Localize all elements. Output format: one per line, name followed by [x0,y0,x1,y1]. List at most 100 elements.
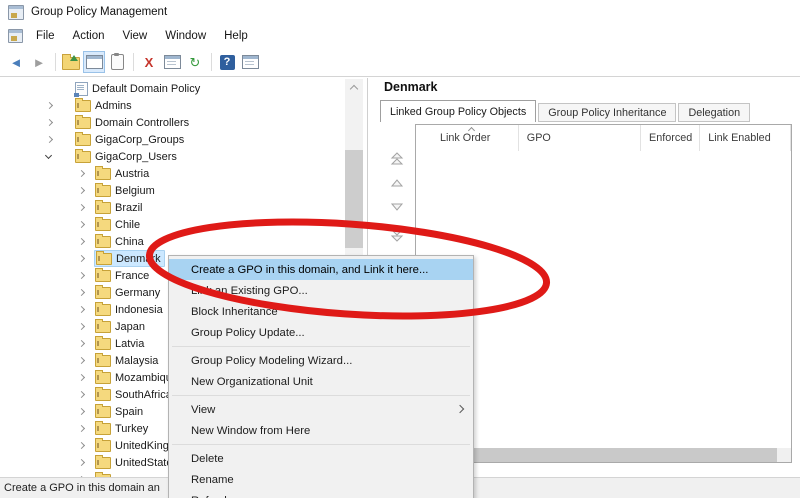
context-menu-item-refresh[interactable]: Refresh [169,490,473,498]
column-header-link-enabled[interactable]: Link Enabled [700,125,791,151]
group-policy-management-window: Group Policy Management FileActionViewWi… [0,0,800,498]
expand-chevron-icon[interactable] [44,100,56,112]
context-menu-item-group-policy-modeling-wizard[interactable]: Group Policy Modeling Wizard... [169,350,473,371]
menu-file[interactable]: File [27,27,64,45]
expand-chevron-icon[interactable] [76,457,88,469]
tree-item-default-domain-policy[interactable]: Default Domain Policy [0,80,344,97]
ou-folder-icon [95,372,111,384]
context-menu-item-rename[interactable]: Rename [169,469,473,490]
tree-item-gigacorp-groups[interactable]: GigaCorp_Groups [0,131,344,148]
expand-chevron-icon[interactable] [76,287,88,299]
expand-chevron-icon[interactable] [76,253,88,265]
expand-chevron-icon[interactable] [76,219,88,231]
console-window-icon[interactable] [239,51,261,73]
app-icon [8,5,24,20]
column-header-enforced[interactable]: Enforced [641,125,700,151]
expand-chevron-icon[interactable] [76,168,88,180]
context-menu-item-new-window-from-here[interactable]: New Window from Here [169,420,473,441]
tree-item-label: Turkey [115,423,148,435]
context-menu-item-group-policy-update[interactable]: Group Policy Update... [169,322,473,343]
move-link-up-button[interactable] [388,175,406,192]
context-menu-item-block-inheritance[interactable]: Block Inheritance [169,301,473,322]
move-link-to-bottom-button[interactable] [388,227,406,244]
tree-item-admins[interactable]: Admins [0,97,344,114]
ou-folder-icon [95,168,111,180]
toolbar-separator [55,53,56,71]
ou-folder-icon [95,270,111,282]
tree-item-label: China [115,236,144,248]
tree-scrollbar-thumb[interactable] [345,150,363,248]
expand-chevron-icon[interactable] [76,372,88,384]
tree-item-label: Denmark [116,253,161,265]
collapse-chevron-icon[interactable] [44,151,56,163]
title-bar: Group Policy Management [0,0,800,24]
tree-item-belgium[interactable]: Belgium [0,182,344,199]
menu-window[interactable]: Window [156,27,215,45]
context-menu-item-label: View [191,404,215,416]
help-icon[interactable]: ? [216,51,238,73]
expand-chevron-icon[interactable] [44,134,56,146]
tree-item-label: GigaCorp_Users [95,151,177,163]
context-menu-item-new-organizational-unit[interactable]: New Organizational Unit [169,371,473,392]
expand-chevron-icon[interactable] [76,202,88,214]
move-link-down-icon [389,199,405,216]
paste-icon[interactable] [106,51,128,73]
tab-delegation[interactable]: Delegation [678,103,750,122]
ou-folder-icon [95,440,111,452]
show-console-tree-icon [86,55,103,69]
tree-item-china[interactable]: China [0,233,344,250]
context-menu-separator [169,441,473,448]
context-menu-item-label: Group Policy Update... [191,327,305,339]
properties-icon[interactable] [161,51,183,73]
back-icon[interactable]: ◄ [5,51,27,73]
expand-chevron-icon[interactable] [44,117,56,129]
tree-item-brazil[interactable]: Brazil [0,199,344,216]
expand-chevron-icon[interactable] [76,270,88,282]
expand-chevron-icon[interactable] [76,321,88,333]
expand-chevron-icon[interactable] [76,185,88,197]
refresh-icon[interactable]: ↻ [184,51,206,73]
expand-chevron-icon[interactable] [76,236,88,248]
tree-item-gigacorp-users[interactable]: GigaCorp_Users [0,148,344,165]
ou-folder-icon [75,134,91,146]
tree-item-label: Brazil [115,202,143,214]
move-link-down-button[interactable] [388,199,406,216]
menu-help[interactable]: Help [215,27,257,45]
up-one-level-icon[interactable] [60,51,82,73]
move-link-to-top-button[interactable] [388,150,406,167]
context-menu-separator [169,392,473,399]
expand-chevron-icon[interactable] [76,423,88,435]
tree-item-domain-controllers[interactable]: Domain Controllers [0,114,344,131]
context-menu-item-create-a-gpo-in-this-domain-and-link-it-here[interactable]: Create a GPO in this domain, and Link it… [169,259,473,280]
expand-chevron-icon[interactable] [76,304,88,316]
context-menu-item-link-an-existing-gpo[interactable]: Link an Existing GPO... [169,280,473,301]
context-menu-item-label: New Window from Here [191,425,310,437]
context-menu-item-label: Delete [191,453,224,465]
expand-chevron-icon[interactable] [76,440,88,452]
forward-icon[interactable]: ► [28,51,50,73]
tab-group-policy-inheritance[interactable]: Group Policy Inheritance [538,103,676,122]
context-menu-item-delete[interactable]: Delete [169,448,473,469]
expand-chevron-icon[interactable] [76,355,88,367]
ou-folder-icon [95,304,111,316]
back-icon: ◄ [10,56,23,69]
menu-action[interactable]: Action [64,27,114,45]
menu-bar: FileActionViewWindowHelp [0,24,800,48]
help-icon: ? [220,55,235,70]
column-header-gpo[interactable]: GPO [519,125,641,151]
show-console-tree-icon[interactable] [83,51,105,73]
expand-chevron-icon[interactable] [76,389,88,401]
ou-folder-icon [95,355,111,367]
tree-item-chile[interactable]: Chile [0,216,344,233]
ou-folder-icon [95,406,111,418]
expand-chevron-icon[interactable] [76,338,88,350]
menu-view[interactable]: View [114,27,157,45]
delete-icon[interactable]: X [138,51,160,73]
scroll-up-icon[interactable] [345,79,363,95]
expand-chevron-icon[interactable] [76,406,88,418]
tab-linked-group-policy-objects[interactable]: Linked Group Policy Objects [380,100,536,122]
ou-folder-icon [95,457,111,469]
tree-item-label: France [115,270,149,282]
context-menu-item-view[interactable]: View [169,399,473,420]
tree-item-austria[interactable]: Austria [0,165,344,182]
